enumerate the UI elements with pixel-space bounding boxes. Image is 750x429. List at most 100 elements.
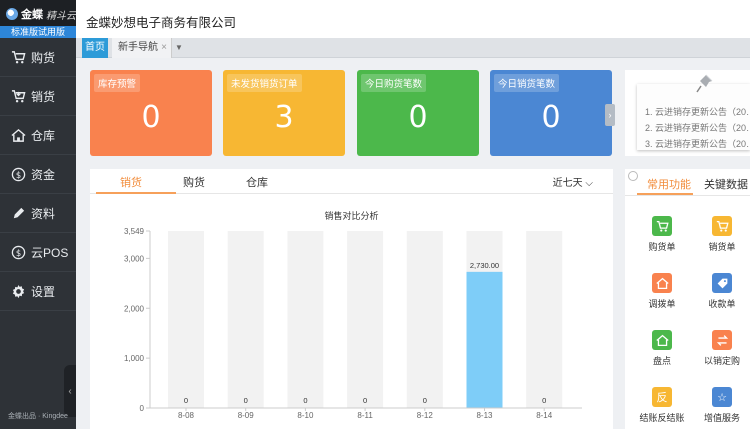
butterfly-logo-icon [6, 8, 18, 20]
announcement-list: 1. 云进销存更新公告（20… 2. 云进销存更新公告（20… 3. 云进销存更… [645, 104, 750, 152]
logo-area: 金蝶 精斗云 标准版试用版 [0, 0, 76, 38]
data-label: 0 [363, 396, 367, 405]
header: 金蝶妙想电子商务有限公司 [76, 0, 750, 38]
stat-card-today-sales[interactable]: 今日销货笔数 0 [490, 70, 612, 156]
pencil-icon [10, 205, 26, 221]
func-stocktake[interactable]: 盘点 [637, 330, 687, 367]
card-label: 库存预警 [94, 74, 141, 92]
settings-circle-icon[interactable] [628, 171, 638, 181]
func-sales-order[interactable]: 销货单 [697, 216, 747, 253]
func-label: 增值服务 [703, 413, 740, 423]
card-label: 今日销货笔数 [494, 74, 560, 92]
func-label: 购货单 [648, 242, 676, 252]
data-label: 0 [184, 396, 188, 405]
func-label: 销货单 [708, 242, 736, 252]
star-icon: ☆ [712, 387, 732, 407]
company-name: 金蝶妙想电子商务有限公司 [86, 16, 237, 30]
cart-icon [10, 49, 26, 65]
announcement-item[interactable]: 2. 云进销存更新公告（20… [645, 120, 750, 136]
y-tick-label: 2,000 [124, 304, 145, 313]
sidebar-item-funds[interactable]: $ 资金 [0, 155, 76, 194]
cart-out-icon [712, 216, 732, 236]
sidebar-item-label: 云POS [31, 245, 69, 260]
bar-background [526, 231, 563, 408]
x-tick-label: 8-14 [536, 411, 553, 420]
func-label: 调拨单 [648, 299, 676, 309]
card-label: 今日购货笔数 [361, 74, 427, 92]
sidebar-collapse-button[interactable]: ‹ [64, 365, 76, 417]
close-icon[interactable]: × [161, 38, 167, 58]
sidebar: 金蝶 精斗云 标准版试用版 购货 销货 仓库 $ 资金 资料 $ 云POS 设置… [0, 0, 76, 429]
func-value-added-services[interactable]: ☆ 增值服务 [697, 387, 747, 424]
sidebar-item-label: 仓库 [31, 128, 56, 143]
func-sales-based-purchase[interactable]: 以销定购 [697, 330, 747, 367]
x-tick-label: 8-09 [238, 411, 255, 420]
sidebar-item-label: 设置 [31, 284, 56, 299]
active-tab-indicator [637, 193, 693, 195]
func-label: 盘点 [652, 356, 671, 366]
bar-background [168, 231, 204, 408]
logo-text: 金蝶 [21, 9, 43, 21]
stat-card-inventory-warning[interactable]: 库存预警 0 [90, 70, 212, 156]
card-label: 未发货销货订单 [227, 74, 302, 92]
money-icon: $ [10, 166, 26, 182]
func-closing[interactable]: 反 结账反结账 [637, 387, 687, 424]
next-arrow-button[interactable]: › [605, 104, 615, 126]
sales-bar-chart: 0 1,000 2,000 3,000 3,549 0 8-08 0 8-09 0 8-10 0 8-1… [124, 227, 582, 420]
tag-icon [712, 273, 732, 293]
func-label: 收款单 [708, 299, 736, 309]
sidebar-item-cloud-pos[interactable]: $ 云POS [0, 233, 76, 272]
sidebar-item-warehouse[interactable]: 仓库 [0, 116, 76, 155]
card-value: 0 [141, 100, 161, 135]
logo[interactable]: 金蝶 精斗云 [6, 6, 76, 22]
tab-dropdown-button[interactable]: ▼ [172, 38, 186, 58]
bar-background [406, 231, 443, 408]
bar-background [287, 231, 324, 408]
func-receipt[interactable]: 收款单 [697, 273, 747, 310]
x-tick-label: 8-10 [297, 411, 314, 420]
y-tick-label: 1,000 [124, 354, 145, 363]
pos-icon: $ [10, 244, 26, 260]
tab-bar: 首页 新手导航 × ▼ [76, 38, 750, 58]
func-purchase-order[interactable]: 购货单 [637, 216, 687, 253]
warehouse-icon [652, 273, 672, 293]
cart-icon [652, 216, 672, 236]
cart-out-icon [10, 88, 26, 104]
card-value: 3 [274, 100, 294, 135]
sidebar-item-data[interactable]: 资料 [0, 194, 76, 233]
edition-badge: 标准版试用版 [0, 26, 76, 38]
tab-home[interactable]: 首页 [82, 38, 108, 58]
func-label: 以销定购 [703, 356, 740, 366]
stat-card-unshipped-orders[interactable]: 未发货销货订单 3 [223, 70, 345, 156]
copyright: 金蝶出品 · Kingdee [8, 413, 68, 420]
svg-text:$: $ [15, 169, 20, 179]
warehouse-icon [652, 330, 672, 350]
sidebar-item-settings[interactable]: 设置 [0, 272, 76, 311]
announcement-item[interactable]: 3. 云进销存更新公告（20… [645, 136, 750, 152]
x-tick-label: 8-08 [178, 411, 195, 420]
sidebar-item-label: 销货 [31, 89, 56, 104]
data-label: 0 [303, 396, 307, 405]
sidebar-item-purchase[interactable]: 购货 [0, 38, 76, 77]
bar-background [347, 231, 384, 408]
swap-icon [712, 330, 732, 350]
x-tick-label: 8-11 [357, 411, 373, 420]
logo-subtitle: 精斗云 [46, 10, 76, 22]
announcement-item[interactable]: 1. 云进销存更新公告（20… [645, 104, 750, 120]
y-tick-label: 0 [140, 404, 145, 413]
divider [625, 195, 750, 196]
data-label: 0 [423, 396, 427, 405]
tab-guide[interactable]: 新手导航 × [112, 38, 172, 58]
bar [466, 271, 503, 408]
y-tick-label: 3,549 [124, 227, 145, 236]
y-tick-label: 3,000 [124, 254, 145, 263]
svg-text:$: $ [15, 247, 20, 257]
func-transfer-order[interactable]: 调拨单 [637, 273, 687, 310]
tab-key-data[interactable]: 关键数据 [704, 176, 748, 192]
sidebar-item-sales[interactable]: 销货 [0, 77, 76, 116]
pushpin-icon [696, 74, 713, 93]
stat-card-today-purchases[interactable]: 今日购货笔数 0 [357, 70, 479, 156]
chart-panel: 销货 购货 仓库 近七天 ⌵ 销售对比分析 0 1,000 2,000 3,000 3,… [90, 169, 613, 429]
tab-common-functions[interactable]: 常用功能 [647, 176, 691, 192]
data-label: 2,730.00 [470, 261, 499, 270]
